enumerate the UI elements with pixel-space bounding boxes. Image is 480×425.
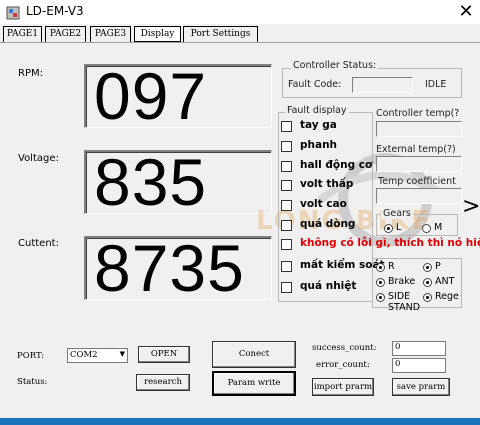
error-count-field: 0 [392, 358, 446, 373]
voltage-label: Voltage: [18, 153, 59, 164]
fault-label: tay ga [300, 119, 337, 131]
temp-coefficient-field [376, 188, 462, 204]
chevron-down-icon: ▼ [119, 350, 125, 358]
param-write-button[interactable]: Param write [212, 371, 296, 396]
controller-status-title: Controller Status: [291, 60, 379, 71]
gear-m-radio[interactable] [422, 224, 431, 233]
bottom-accent-bar [0, 418, 480, 425]
fault-label: không có lỗi gì, thích thì nó hiện [300, 237, 480, 249]
gear-m-label: M [434, 222, 443, 233]
fault-label: quá nhiệt [300, 280, 357, 292]
external-temp-label: External temp(?) [376, 144, 456, 155]
fault-checkbox[interactable] [281, 141, 292, 152]
rpm-value: 097 [94, 59, 208, 133]
mode-brake-radio[interactable] [376, 278, 385, 287]
app-icon [6, 5, 20, 20]
mode-p-label: P [435, 261, 441, 272]
mode-r-radio[interactable] [376, 263, 385, 272]
controller-state: IDLE [425, 79, 447, 90]
connect-button[interactable]: Conect [212, 341, 296, 368]
mode-rege-label: Rege [435, 291, 459, 302]
temp-coefficient-label: Temp coefficient [378, 176, 456, 187]
port-select[interactable]: COM2 ▼ [67, 348, 128, 363]
save-param-button[interactable]: save prarm [392, 378, 450, 396]
current-label: Cuttent: [18, 238, 59, 249]
mode-brake-label: Brake [388, 276, 416, 287]
voltage-display: 835 [84, 145, 272, 219]
mode-p-radio[interactable] [423, 263, 432, 272]
fault-checkbox[interactable] [281, 282, 292, 293]
research-button[interactable]: research [136, 374, 190, 391]
controller-temp-field [376, 121, 462, 137]
external-temp-field [376, 156, 462, 172]
fault-display-title: Fault display [285, 105, 349, 116]
rpm-display: 097 [84, 59, 272, 133]
mode-side-stand-radio[interactable] [376, 293, 385, 302]
fault-label: phanh [300, 139, 338, 151]
mode-ant-radio[interactable] [423, 278, 432, 287]
controller-temp-label: Controller temp(? [376, 108, 460, 119]
fault-label: volt cao [300, 198, 347, 210]
tab-page2[interactable]: PAGE2 [45, 26, 86, 42]
fault-label: hall động cơ [300, 159, 373, 171]
gear-l-label: L [396, 222, 402, 233]
fault-code-label: Fault Code: [288, 79, 342, 90]
tab-port-settings[interactable]: Port Settings [183, 26, 258, 42]
fault-label: quá dòng [300, 218, 356, 230]
fault-checkbox[interactable] [281, 161, 292, 172]
fault-checkbox[interactable] [281, 261, 292, 272]
chevron-right-icon[interactable]: > [462, 194, 480, 219]
open-button[interactable]: OPEN [138, 346, 190, 363]
tab-page1[interactable]: PAGE1 [3, 26, 42, 42]
mode-side-stand-label: SIDE STAND [388, 291, 421, 313]
tab-page3[interactable]: PAGE3 [90, 26, 131, 42]
rpm-label: RPM: [18, 68, 43, 79]
mode-ant-label: ANT [435, 276, 455, 287]
window-title: LD-EM-V3 [26, 4, 84, 18]
fault-checkbox[interactable] [281, 239, 292, 250]
status-label: Status: [17, 377, 48, 387]
fault-checkbox[interactable] [281, 180, 292, 191]
tab-display[interactable]: Display [134, 26, 181, 42]
import-param-button[interactable]: import prarm [312, 378, 374, 396]
error-count-label: error_count: [316, 360, 370, 370]
close-icon[interactable]: ✕ [455, 1, 477, 23]
fault-checkbox[interactable] [281, 220, 292, 231]
port-label: PORT: [17, 351, 45, 361]
fault-code-field [352, 77, 413, 93]
fault-checkbox[interactable] [281, 121, 292, 132]
gears-title: Gears [381, 208, 413, 219]
mode-r-label: R [388, 261, 395, 272]
current-display: 8735 [84, 231, 272, 305]
current-value: 8735 [94, 231, 245, 305]
mode-rege-radio[interactable] [423, 293, 432, 302]
voltage-value: 835 [94, 145, 208, 219]
tab-strip-divider [0, 42, 480, 43]
success-count-label: success_count: [312, 343, 377, 353]
port-select-value: COM2 [70, 350, 98, 360]
success-count-field: 0 [392, 341, 446, 356]
gear-l-radio[interactable] [384, 224, 393, 233]
fault-label: volt thấp [300, 178, 354, 190]
fault-checkbox[interactable] [281, 200, 292, 211]
